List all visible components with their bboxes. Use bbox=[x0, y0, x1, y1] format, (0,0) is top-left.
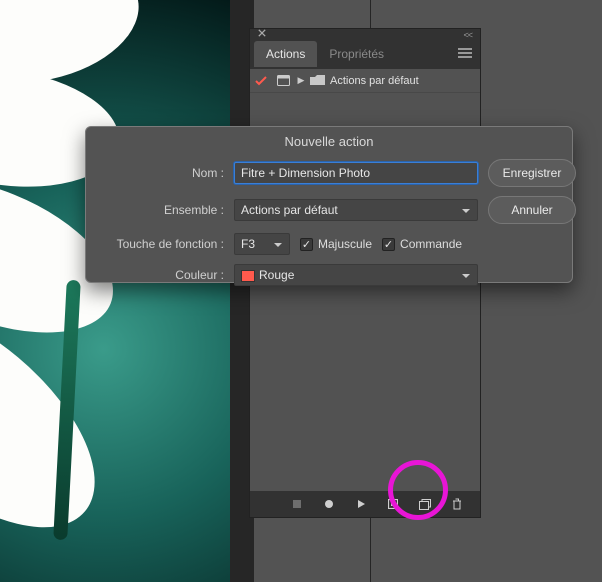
new-action-dialog: Nouvelle action Nom : Enregistrer Ensemb… bbox=[85, 126, 573, 283]
set-select[interactable]: Actions par défaut bbox=[234, 199, 478, 221]
label-color: Couleur : bbox=[96, 268, 224, 282]
checkbox-icon: ✓ bbox=[300, 238, 313, 251]
checkbox-icon: ✓ bbox=[382, 238, 395, 251]
trash-icon[interactable] bbox=[450, 497, 464, 511]
command-label: Commande bbox=[400, 237, 462, 251]
color-select[interactable]: Rouge bbox=[234, 264, 478, 286]
panel-menu-button[interactable] bbox=[458, 48, 472, 61]
shift-label: Majuscule bbox=[318, 237, 372, 251]
tab-properties[interactable]: Propriétés bbox=[317, 41, 396, 67]
row-visibility-check[interactable] bbox=[250, 69, 272, 92]
dialog-title: Nouvelle action bbox=[86, 127, 572, 159]
actions-footer bbox=[250, 491, 480, 517]
color-swatch bbox=[241, 270, 255, 282]
tab-actions[interactable]: Actions bbox=[254, 41, 317, 67]
new-action-icon[interactable] bbox=[418, 497, 432, 511]
label-set: Ensemble : bbox=[96, 203, 224, 217]
panel-collapse-button[interactable]: << bbox=[463, 30, 472, 40]
actions-root-row[interactable]: ▶ Actions par défaut bbox=[250, 69, 480, 93]
row-dialog-toggle[interactable] bbox=[272, 69, 294, 92]
canvas-image bbox=[0, 0, 230, 582]
record-button[interactable]: Enregistrer bbox=[488, 159, 576, 187]
panel-close-button[interactable] bbox=[258, 28, 266, 36]
play-icon[interactable] bbox=[354, 497, 368, 511]
cancel-button[interactable]: Annuler bbox=[488, 196, 576, 224]
label-name: Nom : bbox=[96, 166, 224, 180]
record-icon[interactable] bbox=[322, 497, 336, 511]
panel-tabbar: Actions Propriétés bbox=[250, 39, 480, 69]
stop-icon[interactable] bbox=[290, 497, 304, 511]
fkey-select[interactable]: F3 bbox=[234, 233, 290, 255]
row-label: Actions par défaut bbox=[326, 69, 419, 92]
shift-checkbox[interactable]: ✓ Majuscule bbox=[300, 237, 372, 251]
label-fkey: Touche de fonction : bbox=[96, 237, 224, 251]
stop-record-icon[interactable] bbox=[386, 497, 400, 511]
folder-icon bbox=[308, 69, 326, 92]
row-expand-chevron[interactable]: ▶ bbox=[294, 69, 308, 92]
command-checkbox[interactable]: ✓ Commande bbox=[382, 237, 462, 251]
name-input[interactable] bbox=[234, 162, 478, 184]
